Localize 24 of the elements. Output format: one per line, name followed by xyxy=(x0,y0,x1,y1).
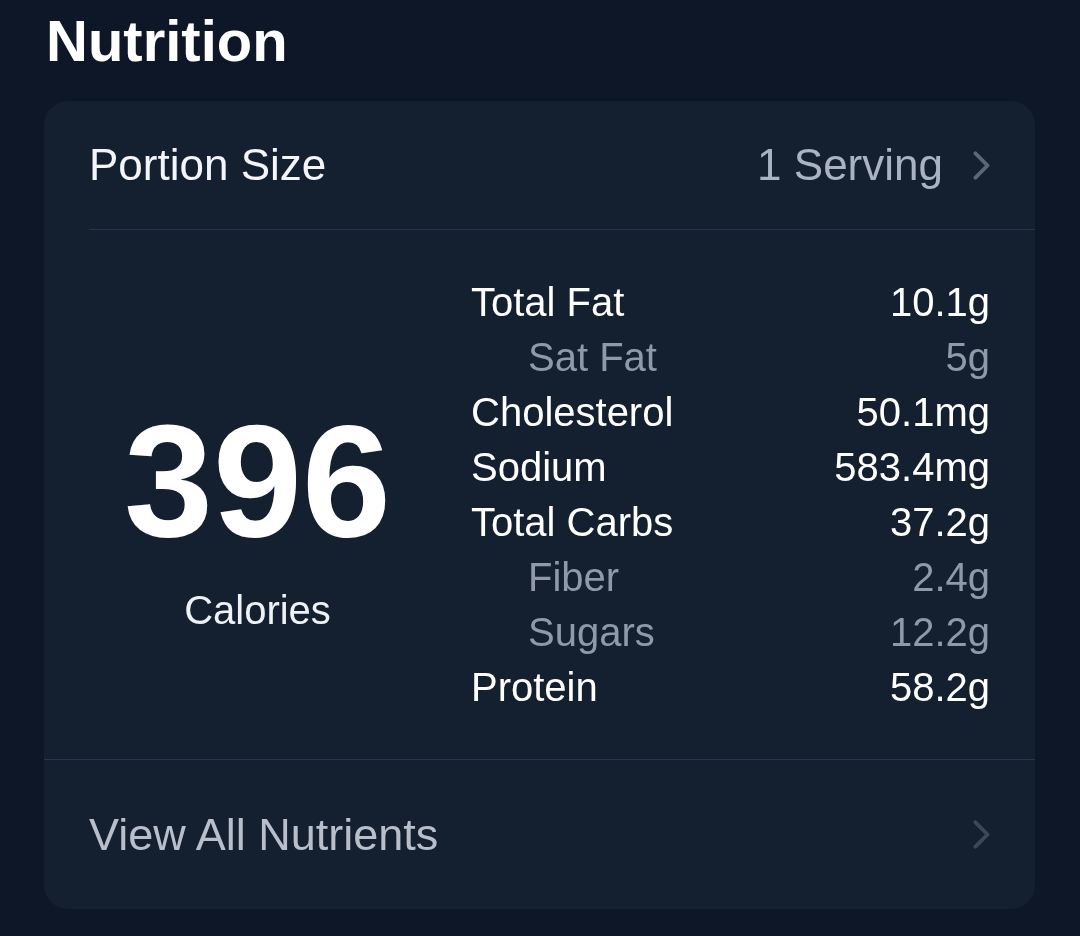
nutrient-name: Total Fat xyxy=(471,279,625,325)
chevron-right-icon[interactable] xyxy=(973,150,990,180)
portion-size-label: Portion Size xyxy=(89,140,327,190)
nutrient-amount: 12.2g xyxy=(889,609,990,655)
section-title: Nutrition xyxy=(46,7,288,75)
nutrient-amount: 2.4g xyxy=(912,554,990,600)
view-all-nutrients-link[interactable]: View All Nutrients xyxy=(89,808,439,861)
nutrient-amount: 5g xyxy=(945,334,990,380)
nutrient-name: Fiber xyxy=(528,554,620,600)
calories-value: 396 xyxy=(124,395,391,566)
nutrient-amount: 37.2g xyxy=(889,499,990,545)
nutrient-name: Total Carbs xyxy=(471,499,674,545)
nutrient-name: Protein xyxy=(471,664,598,710)
nutrient-name: Sugars xyxy=(528,609,655,655)
chevron-right-icon[interactable] xyxy=(973,820,990,849)
nutrient-name: Cholesterol xyxy=(471,389,674,435)
nutrient-amount: 58.2g xyxy=(889,664,990,710)
portion-size-value[interactable]: 1 Serving xyxy=(757,140,943,190)
nutrient-name: Sodium xyxy=(471,444,607,490)
nutrient-amount: 583.4mg xyxy=(834,444,990,490)
nutrient-name: Sat Fat xyxy=(528,334,657,380)
calories-label: Calories xyxy=(184,586,331,634)
nutrient-amount: 10.1g xyxy=(889,279,990,325)
nutrient-amount: 50.1mg xyxy=(856,389,990,435)
